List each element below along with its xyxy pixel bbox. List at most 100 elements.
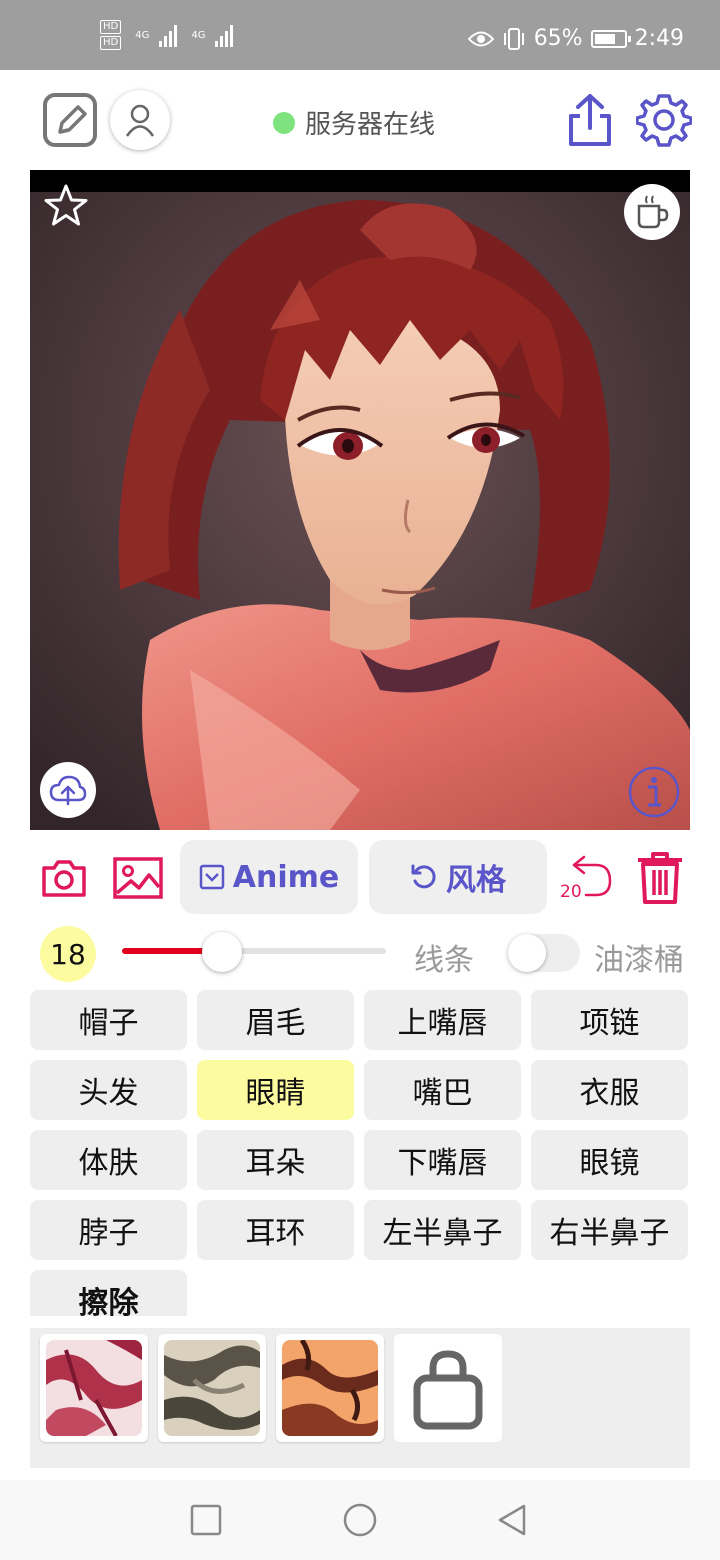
settings-button[interactable] (634, 90, 694, 150)
part-label: 眉毛 (245, 1006, 306, 1041)
camera-icon (42, 860, 86, 897)
toggle-knob (508, 934, 546, 972)
upload-cloud-icon (49, 775, 87, 806)
undo-button[interactable]: 20 (556, 848, 616, 908)
home-icon (343, 1503, 377, 1537)
status-bar: HD HD 4G 4G 65% 2:49 (0, 0, 720, 70)
texture-red (46, 1340, 142, 1437)
texture-tile-orange[interactable] (276, 1334, 384, 1442)
profile-button[interactable] (110, 90, 170, 150)
star-icon (44, 184, 88, 226)
recent-apps-icon (190, 1504, 222, 1536)
drawing-canvas[interactable] (30, 170, 690, 830)
network-type-2: 4G (191, 29, 206, 41)
recent-apps-button[interactable] (188, 1502, 224, 1538)
shop-button[interactable] (394, 1334, 502, 1442)
edit-icon (43, 93, 97, 147)
part-chip-skin[interactable]: 体肤 (30, 1130, 187, 1190)
refresh-icon (411, 864, 436, 889)
part-chip-right-nose[interactable]: 右半鼻子 (531, 1200, 688, 1260)
camera-button[interactable] (40, 854, 88, 902)
part-chip-upper-lip[interactable]: 上嘴唇 (364, 990, 521, 1050)
part-label: 帽子 (78, 1006, 139, 1041)
settings-icon (636, 94, 692, 147)
texture-beige (164, 1340, 260, 1436)
part-label: 嘴巴 (412, 1076, 473, 1111)
system-nav-bar (0, 1480, 720, 1560)
back-button[interactable] (494, 1502, 530, 1538)
battery-icon (590, 29, 631, 48)
part-chip-ears[interactable]: 耳朵 (197, 1130, 354, 1190)
part-chip-eyebrows[interactable]: 眉毛 (197, 990, 354, 1050)
share-button[interactable] (562, 92, 618, 148)
part-chip-left-nose[interactable]: 左半鼻子 (364, 1200, 521, 1260)
back-icon (498, 1504, 526, 1536)
undo-count: 20 (560, 882, 582, 902)
part-chip-mouth[interactable]: 嘴巴 (364, 1060, 521, 1120)
part-label: 体肤 (78, 1146, 139, 1181)
paint-bucket-toggle[interactable] (508, 934, 580, 972)
part-label: 右半鼻子 (549, 1216, 670, 1251)
coffee-icon (637, 195, 669, 229)
texture-tile-beige[interactable] (158, 1334, 266, 1442)
part-label: 头发 (78, 1076, 139, 1111)
part-chip-hair[interactable]: 头发 (30, 1060, 187, 1120)
anime-mode-button[interactable]: Anime (180, 840, 358, 914)
part-label: 下嘴唇 (397, 1146, 488, 1181)
checkbox-icon (199, 864, 225, 890)
part-label: 眼睛 (245, 1076, 306, 1111)
slider-thumb[interactable] (202, 932, 243, 972)
home-button[interactable] (340, 1500, 380, 1540)
paint-bucket-label: 油漆桶 (594, 943, 684, 978)
server-status-label: 服务器在线 (305, 110, 436, 140)
hd-label-1: HD (100, 20, 122, 34)
texture-strip (30, 1328, 690, 1468)
brush-size-slider[interactable] (122, 948, 386, 954)
gallery-button[interactable] (112, 852, 164, 904)
image-icon (113, 857, 163, 899)
trash-icon (638, 852, 682, 904)
part-chip-erase[interactable]: 擦除 (30, 1270, 187, 1321)
part-chip-lower-lip[interactable]: 下嘴唇 (364, 1130, 521, 1190)
style-button[interactable]: 风格 (369, 840, 547, 914)
signal-icon (159, 23, 178, 47)
lines-label: 线条 (414, 943, 474, 978)
action-row: Anime 风格 20 (0, 838, 720, 918)
hd-label-2: HD (100, 36, 122, 50)
status-left: HD HD 4G 4G (100, 20, 234, 50)
hd-indicators: HD HD (100, 20, 122, 50)
shopping-bag-icon (413, 1350, 483, 1430)
coffee-button[interactable] (624, 184, 680, 240)
part-chip-neck[interactable]: 脖子 (30, 1200, 187, 1260)
share-icon (569, 94, 611, 146)
brush-size-badge: 18 (40, 926, 96, 982)
part-chip-hat[interactable]: 帽子 (30, 990, 187, 1050)
part-chip-glasses[interactable]: 眼镜 (531, 1130, 688, 1190)
eye-icon (467, 31, 494, 46)
part-chip-eyes[interactable]: 眼睛 (197, 1060, 354, 1120)
style-label: 风格 (446, 863, 506, 898)
part-label: 左半鼻子 (382, 1216, 503, 1251)
server-status: 服务器在线 (273, 104, 435, 141)
part-label: 耳朵 (245, 1146, 306, 1181)
vibrate-icon (503, 27, 524, 50)
anime-portrait (30, 170, 690, 830)
part-chip-earrings[interactable]: 耳环 (197, 1200, 354, 1260)
status-right: 65% 2:49 (467, 26, 684, 51)
part-label: 眼镜 (579, 1146, 640, 1181)
upload-button[interactable] (40, 762, 96, 818)
part-chip-clothes[interactable]: 衣服 (531, 1060, 688, 1120)
battery-percent: 65% (533, 26, 583, 51)
edit-button[interactable] (40, 90, 100, 150)
status-dot (273, 111, 295, 134)
info-button[interactable] (626, 764, 682, 820)
clear-button[interactable] (632, 848, 688, 908)
favorite-button[interactable] (42, 182, 90, 230)
signal-icon-2 (215, 23, 234, 47)
anime-mode-label: Anime (232, 859, 340, 895)
part-chip-necklace[interactable]: 项链 (531, 990, 688, 1050)
app-screen: HD HD 4G 4G 65% 2:49 服务器在线 Anime 风格 20 1… (0, 0, 720, 1560)
texture-orange (282, 1338, 378, 1436)
clock: 2:49 (634, 26, 684, 51)
texture-tile-red[interactable] (40, 1334, 148, 1442)
